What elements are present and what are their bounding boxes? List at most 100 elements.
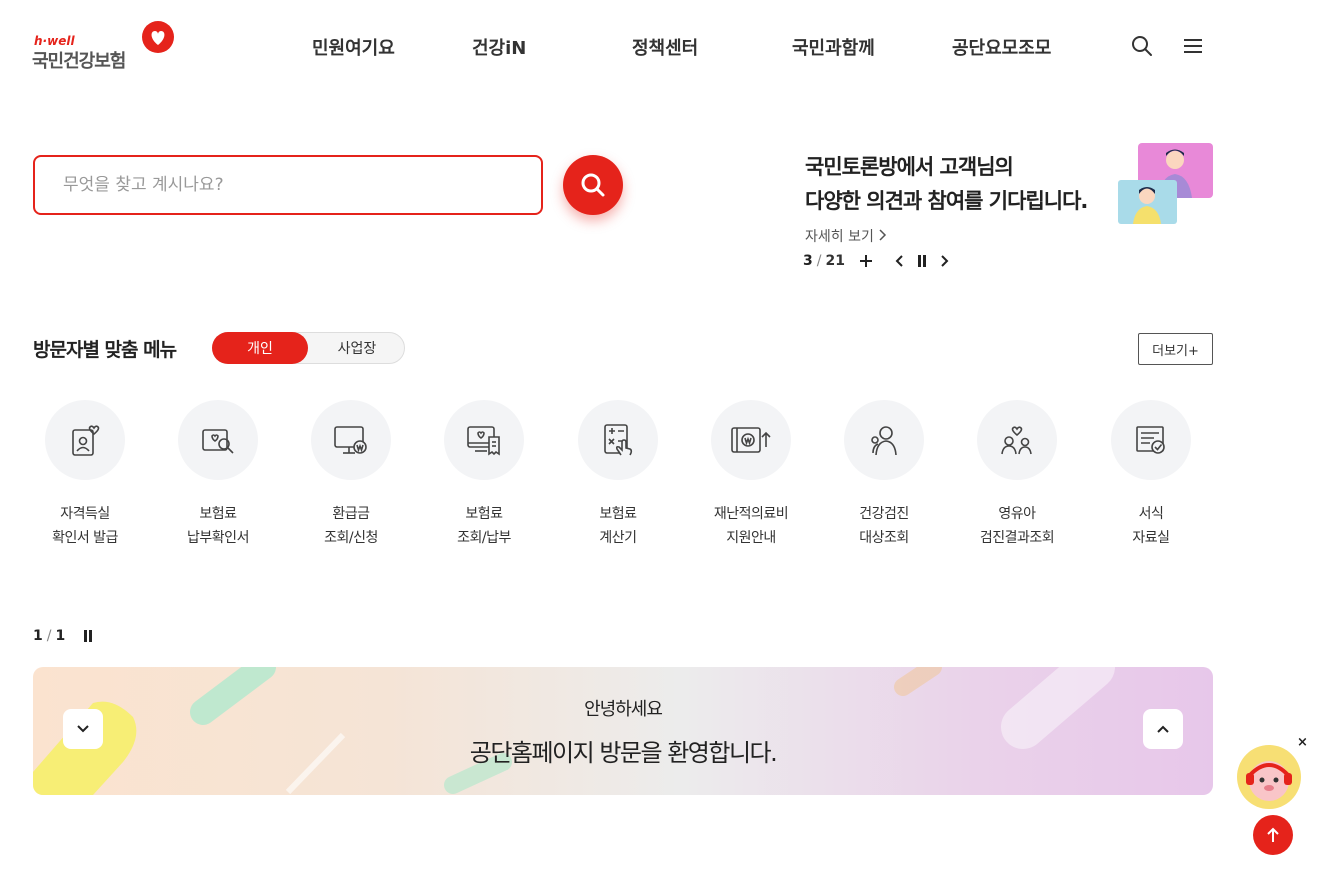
family-heart-icon [1001,426,1032,455]
label-line-2: 대상조회 [859,530,909,546]
promo-current: 3 [803,253,813,269]
calculator-hand-icon [604,424,633,456]
menu-item-label: 서식 자료실 [1086,502,1216,550]
menu-icon-circle [45,400,125,480]
pager-separator: / [46,628,52,644]
promo-line-1: 국민토론방에서 고객님의 [805,155,1014,179]
menu-icon-circle [844,400,924,480]
card-search-icon [202,429,234,454]
monitor-won-icon [334,426,367,454]
promo-detail-label: 자세히 보기 [805,229,874,245]
id-card-heart-icon [72,425,100,456]
menu-icon-circle [578,400,658,480]
menu-icon-circle [1111,400,1191,480]
search-box [33,155,543,215]
pause-icon[interactable] [77,625,99,647]
label-line-2: 검진결과조회 [979,530,1055,546]
visitor-type-toggle: 개인 사업장 [212,332,405,364]
menu-icon-circle [977,400,1057,480]
chatbot-button[interactable] [1237,745,1301,809]
search-icon[interactable] [1130,34,1154,58]
menu-item-health-checkup[interactable]: 건강검진 대상조회 [819,400,949,560]
nav-item-civil[interactable]: 민원여기요 [312,34,395,60]
promo-separator: / [816,253,822,269]
tab-individual[interactable]: 개인 [212,332,308,364]
promo-controls: 3 / 21 [803,250,955,272]
pause-icon[interactable] [911,250,933,272]
menu-item-label: 보험료 계산기 [553,502,683,550]
next-icon[interactable] [933,250,955,272]
more-button[interactable]: 더보기+ [1138,333,1213,365]
nav-item-policy[interactable]: 정책센터 [632,34,698,60]
menu-item-qualification[interactable]: 자격득실 확인서 발급 [20,400,150,560]
label-line-1: 서식 [1138,506,1164,522]
menu-item-forms[interactable]: 서식 자료실 [1086,400,1216,560]
label-line-1: 보험료 [465,506,503,522]
chevron-down-icon [77,725,89,733]
label-line-1: 보험료 [599,506,637,522]
people-search-icon [871,426,897,456]
banner-collapse-button[interactable] [63,709,103,749]
visitor-menu-list: 자격득실 확인서 발급 보험료 납부확인서 환급금 조회/신청 보험료 조회/납… [20,400,1220,560]
menu-item-label: 보험료 조회/납부 [419,502,549,550]
menu-icon-circle [711,400,791,480]
document-check-icon [1136,426,1165,454]
chevron-right-icon [879,229,887,241]
chatbot-mascot-icon [1246,761,1292,801]
menu-item-premium-inquiry[interactable]: 보험료 조회/납부 [419,400,549,560]
chevron-up-icon [1157,725,1169,733]
menu-item-label: 영유아 검진결과조회 [952,502,1082,550]
label-line-1: 영유아 [998,506,1036,522]
menu-icon-circle [178,400,258,480]
banner-expand-button[interactable] [1143,709,1183,749]
menu-item-infant-checkup[interactable]: 영유아 검진결과조회 [952,400,1082,560]
pager-current: 1 [33,628,43,644]
label-line-2: 조회/납부 [457,530,511,546]
label-line-2: 확인서 발급 [52,530,118,546]
nav-item-health-in[interactable]: 건강iN [472,34,526,60]
chatbot-close-button[interactable]: × [1297,736,1309,750]
scroll-top-button[interactable] [1253,815,1293,855]
menu-item-premium-calculator[interactable]: 보험료 계산기 [553,400,683,560]
search-button[interactable] [563,155,623,215]
pager-total: 1 [55,628,66,644]
wallet-won-icon [731,427,771,453]
welcome-banner: 안녕하세요 공단홈페이지 방문을 환영합니다. [33,667,1213,795]
label-line-1: 환급금 [332,506,370,522]
banner-title: 공단홈페이지 방문을 환영합니다. [469,739,778,767]
nav-item-with-people[interactable]: 국민과함께 [792,34,875,60]
banner-subtitle: 안녕하세요 [584,699,663,720]
label-line-2: 조회/신청 [324,530,378,546]
nav-item-about[interactable]: 공단요모조모 [952,34,1051,60]
label-line-2: 납부확인서 [187,530,249,546]
menu-icon[interactable] [1181,34,1205,58]
promo-total: 21 [825,253,845,269]
banner-decoration [33,667,1115,795]
menu-item-payment-cert[interactable]: 보험료 납부확인서 [153,400,283,560]
menu-item-label: 재난적의료비 지원안내 [686,502,816,550]
label-line-1: 재난적의료비 [713,506,789,522]
menu-item-refund[interactable]: 환급금 조회/신청 [286,400,416,560]
tab-business[interactable]: 사업장 [309,332,405,364]
menu-item-label: 보험료 납부확인서 [153,502,283,550]
arrow-up-icon [1267,827,1279,842]
search-input[interactable] [35,157,541,213]
prev-icon[interactable] [889,250,911,272]
menu-item-label: 환급금 조회/신청 [286,502,416,550]
search-icon [581,173,605,197]
plus-icon[interactable] [855,250,877,272]
label-line-1: 보험료 [199,506,237,522]
promo-line-2: 다양한 의견과 참여를 기다립니다. [805,189,1088,213]
menu-icon-circle [311,400,391,480]
menu-item-catastrophic-medical[interactable]: 재난적의료비 지원안내 [686,400,816,560]
promo-detail-link[interactable]: 자세히 보기 [805,226,888,246]
label-line-1: 건강검진 [859,506,909,522]
label-line-2: 지원안내 [726,530,776,546]
menu-item-label: 건강검진 대상조회 [819,502,949,550]
label-line-2: 계산기 [599,530,637,546]
label-line-2: 자료실 [1132,530,1170,546]
visitor-menu-title: 방문자별 맞춤 메뉴 [33,339,177,361]
menu-pager: 1 / 1 [33,625,99,647]
promo-illustration [1118,143,1213,224]
label-line-1: 자격득실 [60,506,110,522]
